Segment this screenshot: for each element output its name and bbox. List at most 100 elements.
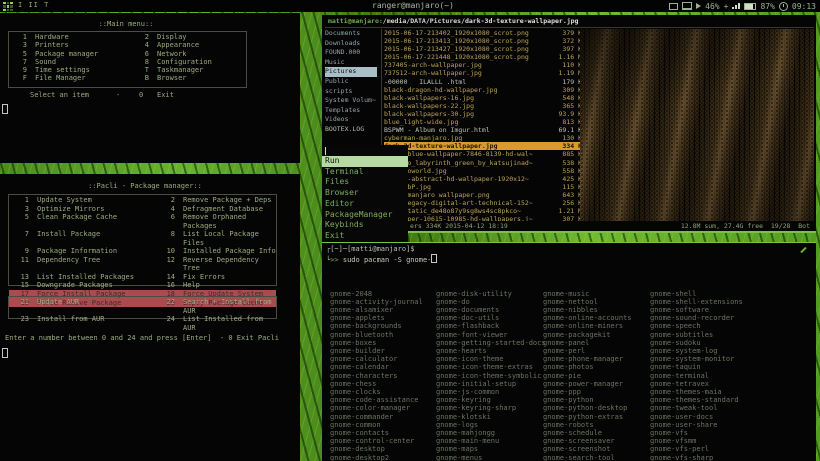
menu-label: Configuration — [157, 58, 246, 66]
file-row[interactable]: blue_light-wide.jpg 813 K — [384, 118, 582, 126]
file-row[interactable]: -00000 ILALLL .html 179 K — [384, 78, 582, 86]
file-row[interactable]: black-dragon-hd-wallpaper.jpg 309 K — [384, 86, 582, 94]
menu-row[interactable]: 1 Hardware 2 Display — [9, 33, 246, 41]
launcher-item[interactable]: Editor — [322, 199, 408, 210]
menu-key: 9 — [9, 66, 35, 74]
package-name: gnome-maps — [436, 445, 546, 453]
file-row[interactable]: aro_labyrinth_green_by_katsujinad~ 538 K — [384, 159, 582, 167]
launcher-item[interactable]: Files — [322, 177, 408, 188]
file-size: 69.1 K — [559, 126, 582, 134]
file-row[interactable]: light-blue-wallpaper-7846-8139-hd-wal~ 8… — [384, 150, 582, 158]
menu-label: Display — [157, 33, 246, 41]
workspace-grid-icon[interactable] — [3, 2, 13, 11]
package-name: gnome-do — [436, 298, 546, 306]
file-row[interactable]: 2015-06-17-213427_1920x1080_scrot.png 39… — [384, 45, 582, 53]
current-path: /media/DATA/Pictures/ — [383, 17, 465, 25]
directory-item[interactable]: Music — [325, 58, 377, 68]
file-row[interactable]: dark-3d-texture-wallpaper.jpg 334 K — [384, 142, 582, 150]
menu-row[interactable]: F File Manager B Browser — [9, 74, 246, 82]
menu-row[interactable]: 1 Update System 2 Remove Package + Deps — [9, 196, 276, 205]
file-row[interactable]: paper-10615-10985-hd-wallpapers.j~ 307 K — [384, 215, 582, 221]
file-name: paper-10615-10985-hd-wallpapers.j~ — [384, 215, 560, 221]
terminal-window: ┌[~]─[matti@manjaro]$ └>> sudo pacman -S… — [322, 242, 816, 461]
file-row[interactable]: 737405-arch-wallpaper.jpg 110 K — [384, 61, 582, 69]
package-name: gnome-color-manager — [330, 404, 423, 412]
text-caret — [325, 147, 326, 155]
launcher-input[interactable] — [322, 145, 408, 156]
speaker-icon[interactable] — [696, 3, 701, 9]
launcher-item[interactable]: Terminal — [322, 167, 408, 178]
directory-item[interactable]: Videos — [325, 115, 377, 125]
launcher-item[interactable]: Browser — [322, 188, 408, 199]
file-row[interactable]: -Legacy-digital-art-technical-152~ 256 K — [384, 199, 582, 207]
menu-row[interactable]: 21 Update AUR 22 Search + Install from A… — [9, 298, 276, 315]
directory-item[interactable]: BOOTEX.LOG — [325, 125, 377, 135]
file-row[interactable]: 2015-06-17-213402_1920x1080_scrot.png 37… — [384, 29, 582, 37]
menu-label: Update System — [37, 196, 155, 205]
menu-row[interactable]: 7 Install Package 8 List Local Package F… — [9, 230, 276, 247]
window-icon[interactable] — [669, 3, 678, 10]
current-file: dark-3d-texture-wallpaper.jpg — [465, 17, 579, 25]
file-row[interactable]: TbP.jpg 115 K — [384, 183, 582, 191]
menu-row[interactable]: 3 Optimize Mirrors 4 Defragment Database — [9, 205, 276, 214]
file-name: black-wallpapers-30.jpg — [384, 110, 557, 118]
package-name: gnome-icon-theme-symbolic — [436, 372, 546, 380]
directory-item[interactable]: Public — [325, 77, 377, 87]
directory-item[interactable]: Pictures — [325, 67, 377, 77]
file-row[interactable]: t manjaro wallpaper.png 643 K — [384, 191, 582, 199]
menu-row[interactable]: 9 Package Information 10 Installed Packa… — [9, 247, 276, 256]
directory-item[interactable]: scripts — [325, 87, 377, 97]
display-icon[interactable] — [682, 2, 692, 10]
package-name: gnome-bluetooth — [330, 331, 423, 339]
launcher-item[interactable]: Keybinds — [322, 220, 408, 231]
signal-bars-icon — [732, 3, 740, 9]
file-row[interactable]: 737512-arch-wallpaper.jpg 1.19 M — [384, 69, 582, 77]
launcher-item[interactable]: Exit — [322, 231, 408, 242]
clock-time: 09:13 — [792, 2, 816, 11]
file-name: 737512-arch-wallpaper.jpg — [384, 69, 557, 77]
select-item-prompt: Select an item — [30, 91, 89, 99]
menu-row[interactable]: 7 Sound 8 Configuration — [9, 58, 246, 66]
menu-row[interactable]: 5 Clean Package Cache 6 Remove Orphaned … — [9, 213, 276, 230]
file-row[interactable]: black-wallpapers-22.jpg 365 K — [384, 102, 582, 110]
command-line[interactable]: └>> sudo pacman -S gnome- — [326, 254, 437, 264]
menu-row[interactable]: 15 Downgrade Packages 16 Help — [9, 281, 276, 290]
package-name: gnome-hearts — [436, 347, 546, 355]
launcher-item[interactable]: Run — [322, 156, 408, 167]
menu-row[interactable]: 5 Package manager 6 Network — [9, 50, 246, 58]
file-name: TbP.jpg — [384, 183, 560, 191]
scroll-indicator-icon[interactable] — [800, 247, 806, 253]
directory-item[interactable]: Documents — [325, 29, 377, 39]
directory-item[interactable]: System Volum~ — [325, 96, 377, 106]
file-row[interactable]: aroworld.jpg 558 K — [384, 167, 582, 175]
terminal-cursor[interactable] — [2, 348, 8, 358]
menu-row[interactable]: 23 Install from AUR 24 List Installed fr… — [9, 315, 276, 332]
menu-label: Remove Package + Deps — [183, 196, 276, 205]
completion-column: gnome-musicgnome-nettoolgnome-nibblesgno… — [543, 265, 632, 461]
menu-row[interactable]: 3 Printers 4 Appearance — [9, 41, 246, 49]
directory-item[interactable]: Downloads — [325, 39, 377, 49]
directory-item[interactable]: Templates — [325, 106, 377, 116]
file-row[interactable]: BSPWM - Album on Imgur.html 69.1 K — [384, 126, 582, 134]
file-row[interactable]: 2015-06-17-221448_1920x1080_scrot.png 1.… — [384, 53, 582, 61]
volume-plus[interactable]: + — [724, 2, 729, 11]
package-name: gnome-chess — [330, 380, 423, 388]
menu-row[interactable]: 11 Dependency Tree 12 Reverse Dependency… — [9, 256, 276, 273]
menu-key: 10 — [155, 247, 183, 256]
directory-item[interactable]: FOUND.000 — [325, 48, 377, 58]
terminal-cursor[interactable] — [2, 104, 8, 114]
file-row[interactable]: black-wallpapers-30.jpg 93.9 K — [384, 110, 582, 118]
file-row[interactable]: ern-abstract-hd-wallpaper-1920x12~ 425 K — [384, 175, 582, 183]
file-row[interactable]: lr_static_de48o87y9sg8ws4sc8pkco~ 1.21 M — [384, 207, 582, 215]
file-row[interactable]: cyberman-manjaro.jpg 130 K — [384, 134, 582, 142]
main-menu-window: ::Main menu:: 1 Hardware 2 Display 3 Pri… — [0, 13, 300, 163]
file-name: black-wallpapers-22.jpg — [384, 102, 560, 110]
menu-row[interactable]: 9 Time settings T Taskmanager — [9, 66, 246, 74]
launcher-item[interactable]: PackageManager — [322, 210, 408, 221]
package-name: gnome-user-share — [650, 421, 743, 429]
menu-row[interactable]: 13 List Installed Packages 14 Fix Errors — [9, 273, 276, 282]
file-row[interactable]: 2015-06-17-213413_1920x1080_scrot.png 37… — [384, 37, 582, 45]
menu-key: 1 — [9, 33, 35, 41]
file-row[interactable]: black-wallpapers-16.jpg 548 K — [384, 94, 582, 102]
file-name: blue_light-wide.jpg — [384, 118, 560, 126]
